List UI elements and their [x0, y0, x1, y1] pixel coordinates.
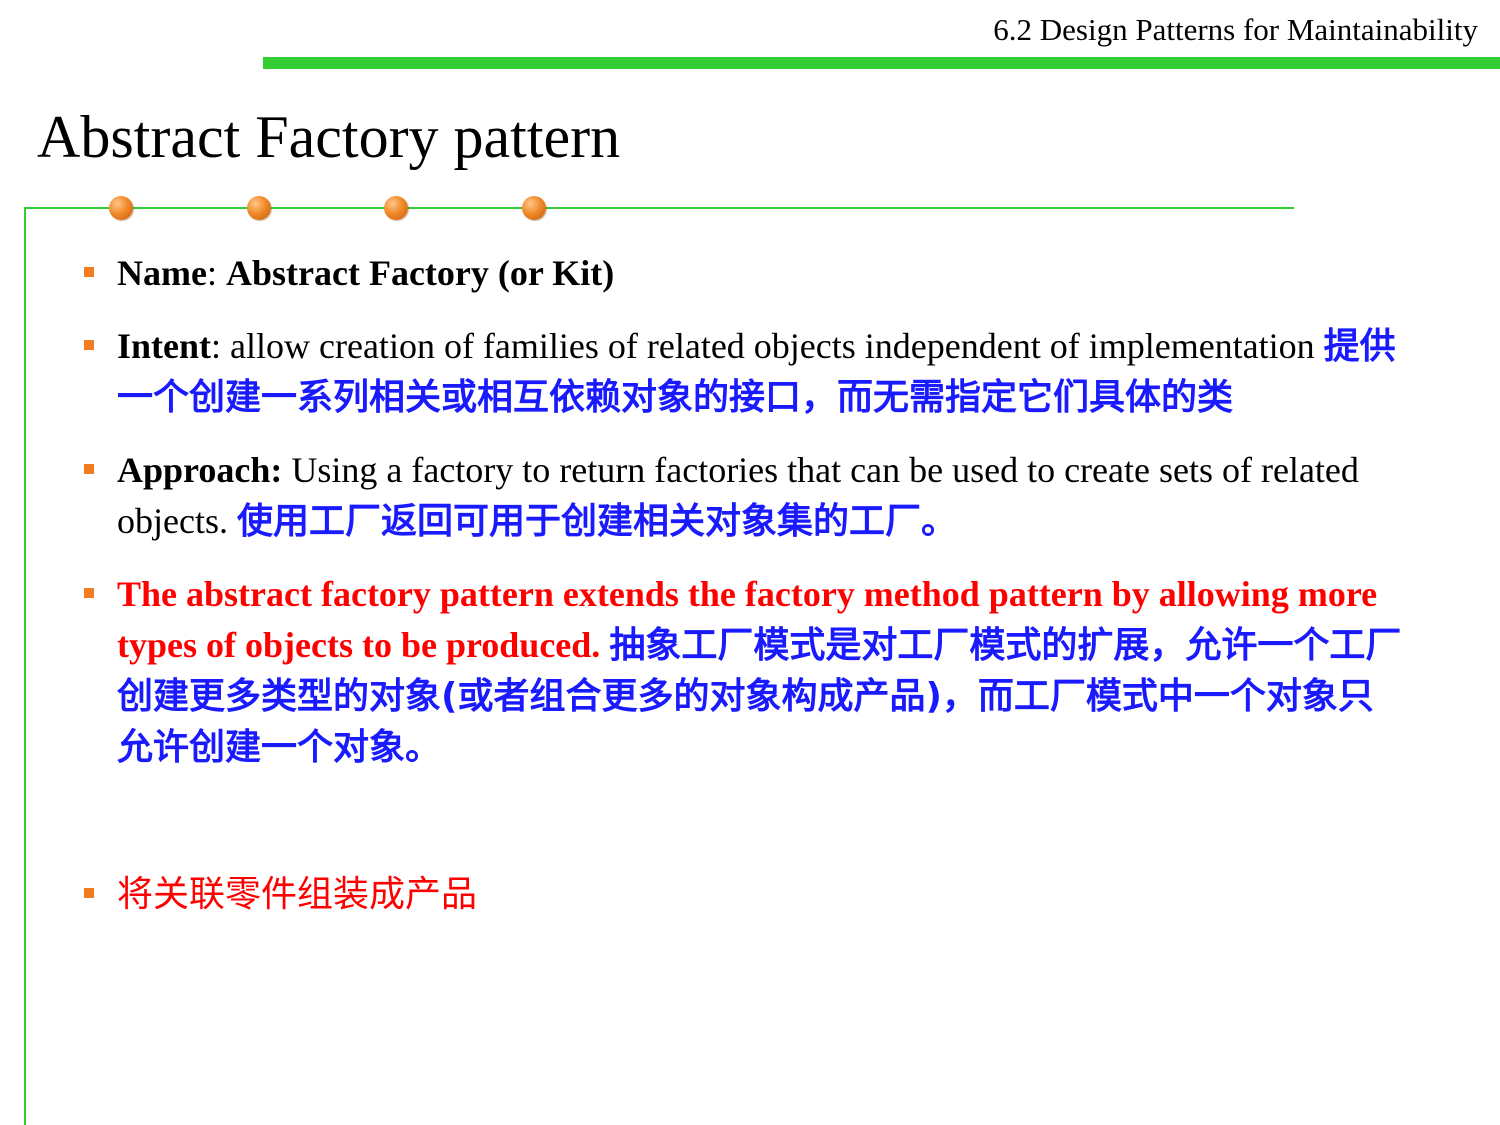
- slide-title: Abstract Factory pattern: [37, 104, 621, 170]
- name-label: Name: [117, 253, 207, 293]
- approach-translation: 使用工厂返回可用于创建相关对象集的工厂。: [236, 501, 957, 542]
- name-separator: :: [206, 253, 226, 293]
- decorative-dot: [522, 196, 546, 220]
- bullet-approach: Approach: Using a factory to return fact…: [84, 445, 1404, 547]
- bullet-name: Name: Abstract Factory (or Kit): [84, 248, 1404, 299]
- decorative-dot: [109, 196, 133, 220]
- bullet-list: Name: Abstract Factory (or Kit) Intent: …: [84, 248, 1404, 920]
- content-frame-left-line: [24, 207, 26, 1125]
- bullet-marker: [84, 888, 94, 898]
- intent-separator: :: [211, 326, 231, 366]
- approach-label: Approach:: [117, 450, 283, 490]
- header-accent-bar: [263, 57, 1500, 69]
- bullet-marker: [84, 267, 94, 277]
- bullet-intent: Intent: allow creation of families of re…: [84, 321, 1404, 423]
- title-divider-line: [24, 207, 1294, 209]
- intent-label: Intent: [117, 326, 212, 366]
- intent-text: allow creation of families of related ob…: [230, 326, 1324, 366]
- bullet-extension: The abstract factory pattern extends the…: [84, 569, 1404, 773]
- bullet-marker: [84, 464, 94, 474]
- name-value: Abstract Factory (or Kit): [225, 253, 615, 293]
- decorative-dot: [384, 196, 408, 220]
- bullet-marker: [84, 340, 94, 350]
- bullet-assembly: 将关联零件组装成产品: [84, 869, 1404, 920]
- bullet-marker: [84, 588, 94, 598]
- decorative-dot: [247, 196, 271, 220]
- section-header: 6.2 Design Patterns for Maintainability: [993, 12, 1478, 47]
- assembly-text: 将关联零件组装成产品: [117, 874, 478, 915]
